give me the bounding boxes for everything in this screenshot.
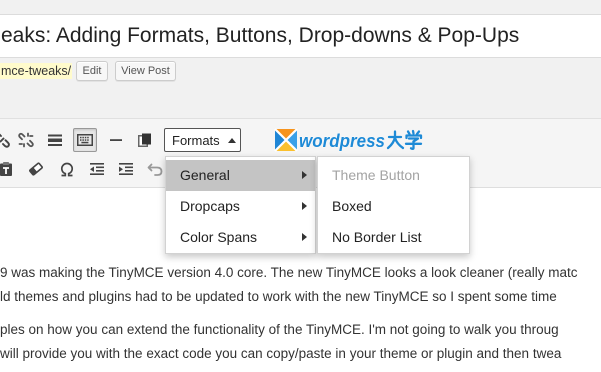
menu-item-label: General <box>180 167 230 183</box>
permalink-slug[interactable]: mce-tweaks/ <box>0 63 73 79</box>
indent-icon <box>119 163 133 175</box>
paste-as-text-icon <box>0 162 12 176</box>
horizontal-line-button[interactable] <box>104 128 128 152</box>
submenu-item-no-border-list[interactable]: No Border List <box>318 222 469 253</box>
paragraph-line: will provide you with the exact code you… <box>0 346 562 361</box>
link-button[interactable] <box>0 128 14 152</box>
submenu-item-boxed[interactable]: Boxed <box>318 191 469 222</box>
wordpress-daxue-watermark: wordpress <box>274 128 423 152</box>
menu-item-dropcaps[interactable]: Dropcaps <box>166 191 315 222</box>
menu-item-label: Dropcaps <box>180 198 240 214</box>
undo-button[interactable] <box>143 157 167 181</box>
paragraph-line: ples on how you can extend the functiona… <box>0 322 559 337</box>
read-more-button[interactable] <box>43 128 67 152</box>
general-submenu: Theme Button Boxed No Border List <box>317 156 470 254</box>
toolbar-toggle-button[interactable] <box>73 128 97 152</box>
eraser-icon <box>29 162 43 176</box>
paragraph-line: ld themes and plugins had to be updated … <box>0 289 557 304</box>
view-post-button[interactable]: View Post <box>115 61 176 81</box>
paragraph-line: 9 was making the TinyMCE version 4.0 cor… <box>0 265 578 280</box>
submenu-item-label: No Border List <box>332 229 422 245</box>
post-title-text: eaks: Adding Formats, Buttons, Drop-down… <box>1 24 520 47</box>
undo-icon <box>147 163 163 176</box>
menu-item-label: Color Spans <box>180 229 258 245</box>
caret-up-icon <box>227 137 236 143</box>
horizontal-line-icon <box>110 139 122 141</box>
formats-dropdown-menu: General Dropcaps Color Spans <box>165 156 316 254</box>
submenu-item-label: Theme Button <box>332 167 420 183</box>
link-icon <box>0 133 10 148</box>
outdent-icon <box>90 163 104 175</box>
outdent-button[interactable] <box>85 157 109 181</box>
edit-permalink-button[interactable]: Edit <box>76 61 108 81</box>
special-character-icon <box>61 162 73 177</box>
special-character-button[interactable] <box>55 157 79 181</box>
unlink-button[interactable] <box>14 128 38 152</box>
formats-dropdown-button[interactable]: Formats <box>164 128 241 152</box>
watermark-wordmark: wordpress <box>299 131 385 151</box>
clear-formatting-button[interactable] <box>24 157 48 181</box>
copy-button[interactable] <box>133 128 157 152</box>
post-editor-screen: eaks: Adding Formats, Buttons, Drop-down… <box>0 0 601 372</box>
caret-right-icon <box>302 171 307 179</box>
x-logo-icon <box>274 128 298 152</box>
caret-right-icon <box>302 233 307 241</box>
formats-button-label: Formats <box>172 132 220 148</box>
menu-item-general[interactable]: General <box>166 160 315 191</box>
post-title-input[interactable]: eaks: Adding Formats, Buttons, Drop-down… <box>0 14 601 58</box>
watermark-cjk-lettering <box>386 129 423 150</box>
submenu-item-theme-button[interactable]: Theme Button <box>318 160 469 191</box>
read-more-icon <box>48 134 62 146</box>
submenu-item-label: Boxed <box>332 198 372 214</box>
indent-button[interactable] <box>114 157 138 181</box>
unlink-icon <box>18 132 34 148</box>
menu-item-color-spans[interactable]: Color Spans <box>166 222 315 253</box>
paste-as-text-button[interactable] <box>0 157 18 181</box>
toolbar-toggle-icon <box>77 134 93 146</box>
caret-right-icon <box>302 202 307 210</box>
copy-icon <box>138 133 151 147</box>
